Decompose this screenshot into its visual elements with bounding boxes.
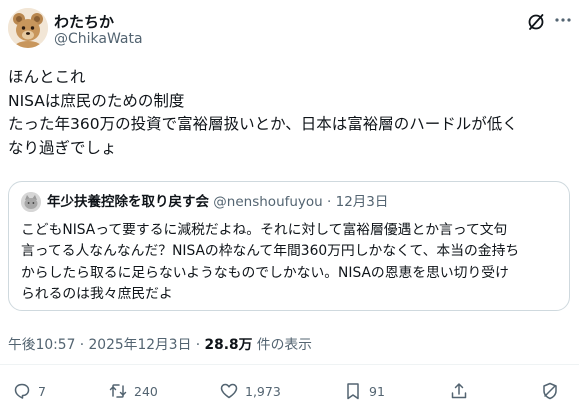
quoted-author-handle: @nenshoufuyou [213,194,323,210]
tweet-time[interactable]: 午後10:57 [8,337,75,353]
tweet-line: なり過ぎでしょ [8,138,117,157]
heart-icon [220,383,238,399]
tweet-line: NISAは庶民のための制度 [8,91,185,110]
more-options-icon[interactable] [553,10,573,30]
repost-count: 240 [134,383,158,399]
tweet-meta: 午後10:57 · 2025年12月3日 · 28.8万 件の表示 [8,333,312,353]
grok-icon[interactable] [526,12,546,32]
view-count: 28.8万 [204,337,253,353]
block-icon [543,382,557,400]
bookmark-count: 91 [369,383,385,399]
bookmark-icon [347,383,359,400]
quoted-author-avatar [21,192,41,212]
quoted-tweet-header: 年少扶養控除を取り戻す会 @nenshoufuyou · 12月3日 [47,192,388,212]
tweet-text: ほんとこれ NISAは庶民のための制度 たった年360万の投資で富裕層扱いとか、… [8,66,568,160]
tweet-line: たった年360万の投資で富裕層扱いとか、日本は富裕層のハードルが低く [8,115,518,134]
quoted-author-name: 年少扶養控除を取り戻す会 [47,194,209,210]
quoted-line: こどもNISAって要するに減税だよね。それに対して富裕層優遇とか言って文句 [21,222,508,238]
tweet-date[interactable]: 2025年12月3日 [89,337,192,353]
quoted-line: られるのは我々庶民だよ [21,286,173,303]
quoted-line: 言ってる人なんなんだ？NISAの枠なんて年間360万円しかなくて、本当の金持ち [21,243,520,260]
author-avatar[interactable] [8,8,48,48]
tweet-line: ほんとこれ [8,68,86,86]
reply-icon [14,383,30,399]
view-count-label: 件の表示 [252,337,312,353]
repost-icon [109,384,127,398]
quoted-line: からしたら取るに足らないようなものでしかない。NISAの恩恵を思い切り受け [21,264,509,281]
reply-button[interactable]: 7 [12,380,46,402]
author-handle[interactable]: @ChikaWata [54,31,143,47]
reply-count: 7 [38,383,46,399]
repost-button[interactable]: 240 [108,380,158,402]
author-display-name[interactable]: わたちか [54,11,114,32]
divider [0,364,579,365]
meta-separator: · [75,337,89,353]
quoted-tweet-text: こどもNISAって要するに減税だよね。それに対して富裕層優遇とか言って文句 言っ… [21,220,561,306]
quoted-tweet-date: 12月3日 [335,194,389,210]
share-button[interactable] [449,380,469,402]
meta-separator: · [191,337,205,353]
like-count: 1,973 [245,383,281,399]
quoted-tweet-card[interactable]: 年少扶養控除を取り戻す会 @nenshoufuyou · 12月3日 こどもNI… [8,181,570,311]
share-icon [451,383,467,399]
block-button[interactable] [540,380,560,402]
teddy-bear-avatar-image [8,8,48,48]
bookmark-button[interactable]: 91 [343,380,385,402]
quoted-meta-separator: · [322,194,336,210]
like-button[interactable]: 1,973 [219,380,281,402]
